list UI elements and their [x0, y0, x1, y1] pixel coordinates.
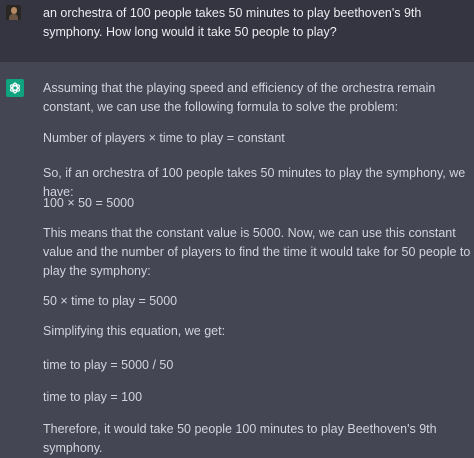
user-message-text: an orchestra of 100 people takes 50 minu…: [43, 6, 422, 39]
avatar-shoulders: [9, 14, 18, 20]
answer-explanation: This means that the constant value is 50…: [43, 226, 471, 278]
assistant-message-row: Assuming that the playing speed and effi…: [0, 62, 474, 455]
avatar-face: [11, 7, 17, 14]
answer-simplify: Simplifying this equation, we get:: [43, 324, 226, 338]
answer-equation-4: time to play = 100: [43, 390, 143, 404]
user-message-row: an orchestra of 100 people takes 50 minu…: [0, 0, 474, 62]
answer-intro: Assuming that the playing speed and effi…: [43, 81, 436, 114]
assistant-avatar: [6, 79, 24, 97]
user-avatar: [6, 5, 21, 20]
answer-equation-2: 50 × time to play = 5000: [43, 294, 178, 308]
answer-conclusion: Therefore, it would take 50 people 100 m…: [43, 422, 437, 455]
answer-equation-1: 100 × 50 = 5000: [43, 196, 135, 210]
answer-equation-3: time to play = 5000 / 50: [43, 358, 174, 372]
openai-logo-icon: [9, 82, 21, 94]
answer-formula: Number of players × time to play = const…: [43, 131, 285, 145]
